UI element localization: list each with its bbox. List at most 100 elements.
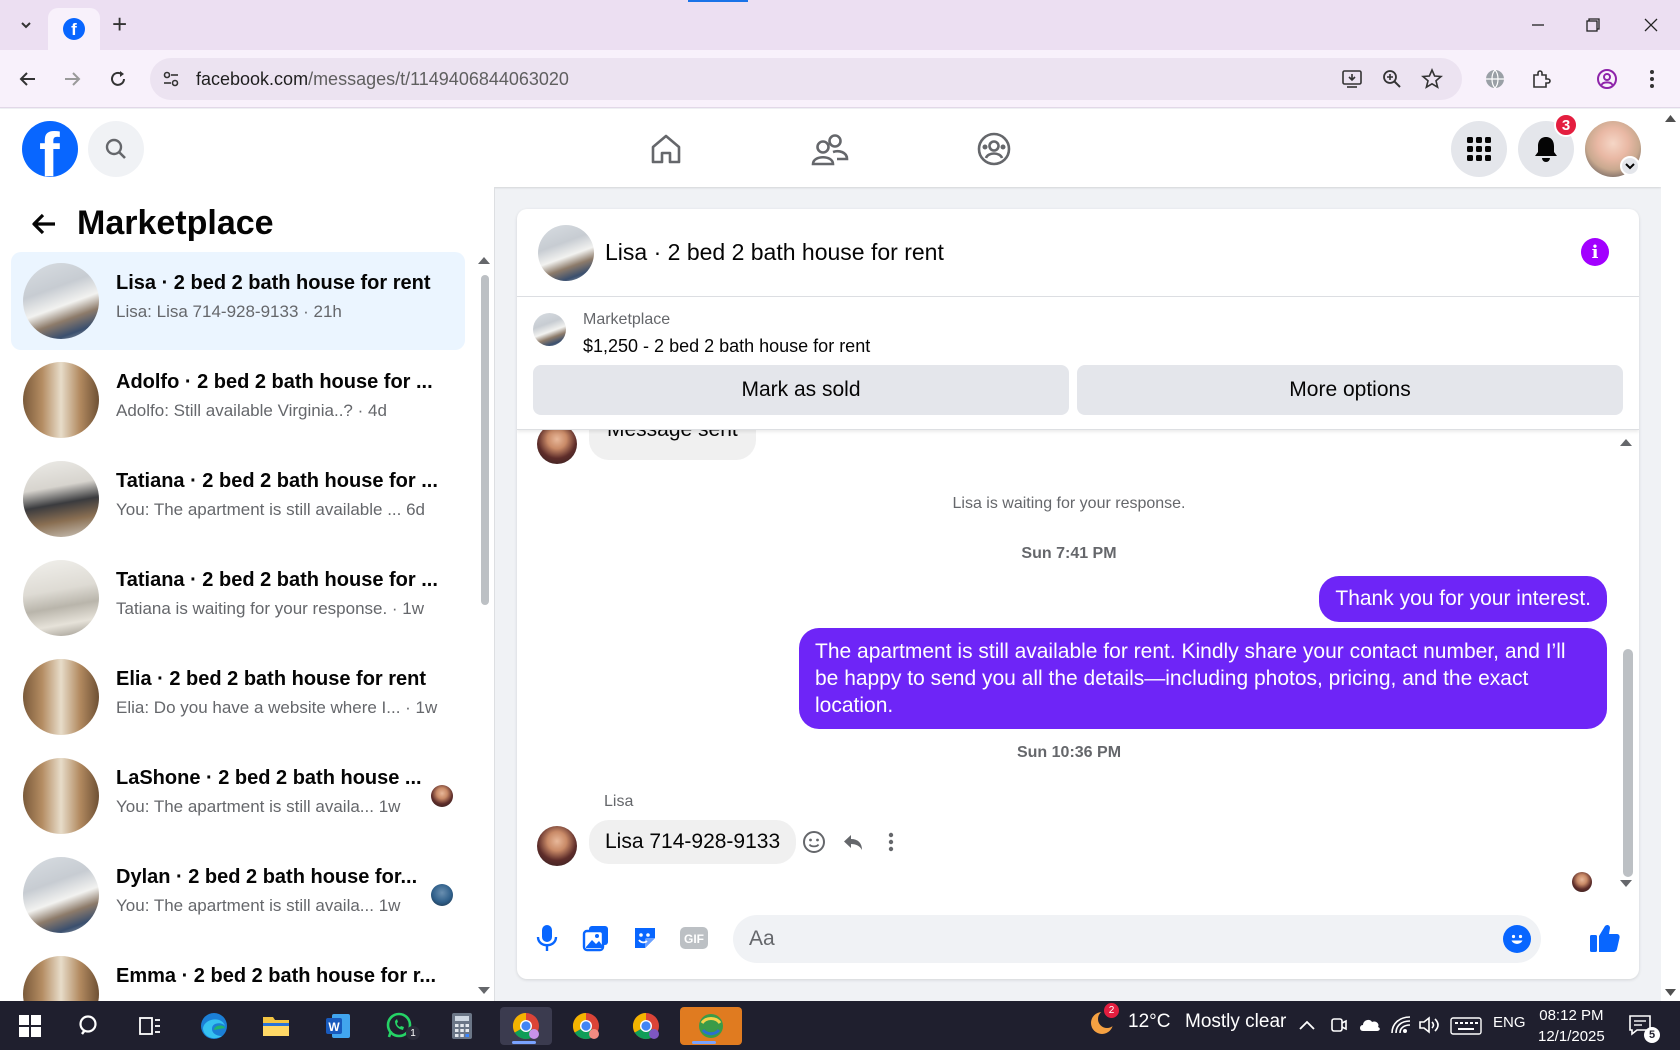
clock-time: 08:12 PM xyxy=(1539,1007,1604,1024)
chevron-down-icon[interactable] xyxy=(1620,156,1640,176)
edge-browser-icon[interactable] xyxy=(190,1007,238,1045)
minimize-button[interactable] xyxy=(1523,10,1553,40)
file-explorer-icon[interactable] xyxy=(252,1007,300,1045)
site-info-icon[interactable] xyxy=(160,68,182,90)
conversation-item[interactable]: Tatiana · 2 bed 2 bath house for ... Tat… xyxy=(11,549,465,647)
new-tab-button[interactable]: + xyxy=(112,11,127,37)
word-icon[interactable]: W xyxy=(314,1007,362,1045)
show-hidden-icons-chevron-up-icon[interactable] xyxy=(1298,1019,1316,1031)
language-indicator[interactable]: ENG xyxy=(1493,1014,1526,1031)
clock-date: 12/1/2025 xyxy=(1538,1028,1605,1045)
taskbar-search-icon[interactable] xyxy=(66,1007,114,1045)
back-button[interactable] xyxy=(14,65,42,93)
message-bubble-incoming[interactable]: Lisa 714-928-9133 xyxy=(589,820,797,864)
restore-button[interactable] xyxy=(1578,10,1608,40)
page-scrollbar[interactable] xyxy=(1661,109,1680,1001)
conversation-item[interactable]: Lisa · 2 bed 2 bath house for rent Lisa:… xyxy=(11,252,465,350)
scroll-up-arrow[interactable] xyxy=(1619,437,1633,447)
tab-search-chevron-icon[interactable] xyxy=(14,13,38,37)
gif-button[interactable]: GIF xyxy=(676,920,712,956)
like-button[interactable] xyxy=(1587,920,1623,956)
meet-now-icon[interactable] xyxy=(1330,1015,1348,1035)
system-clock[interactable]: 08:12 PM 12/1/2025 xyxy=(1538,1005,1605,1047)
chat-listing-avatar[interactable] xyxy=(538,225,594,281)
react-emoji-icon[interactable] xyxy=(800,828,828,856)
install-app-icon[interactable] xyxy=(1340,67,1364,91)
task-view-icon[interactable] xyxy=(126,1007,174,1045)
conversation-list-scrollbar[interactable] xyxy=(481,275,489,605)
conversation-item[interactable]: Tatiana · 2 bed 2 bath house for ... You… xyxy=(11,450,465,548)
weather-badge: 2 xyxy=(1104,1003,1119,1018)
keyboard-icon[interactable] xyxy=(1450,1017,1482,1035)
url-text[interactable]: facebook.com/messages/t/1149406844063020 xyxy=(196,69,569,90)
conversation-snippet: Tatiana is waiting for your response. · … xyxy=(116,599,425,618)
back-arrow-button[interactable] xyxy=(26,206,62,242)
message-bubble-incoming[interactable]: Message sent xyxy=(589,430,756,460)
volume-icon[interactable] xyxy=(1418,1015,1440,1035)
chat-title[interactable]: Lisa · 2 bed 2 bath house for rent xyxy=(605,239,944,266)
download-manager-icon[interactable] xyxy=(680,1007,742,1045)
extensions-icon[interactable] xyxy=(1527,65,1555,93)
sender-avatar[interactable] xyxy=(537,430,577,464)
loading-indicator xyxy=(688,0,748,2)
forward-button[interactable] xyxy=(58,65,86,93)
chat-panel: Lisa · 2 bed 2 bath house for rent i Mar… xyxy=(517,209,1639,979)
listing-thumbnail xyxy=(23,263,99,339)
chrome-window-icon[interactable] xyxy=(620,1007,672,1045)
sticker-button[interactable] xyxy=(627,920,663,956)
whatsapp-badge: 1 xyxy=(406,1026,420,1040)
back-arrow-icon xyxy=(32,213,55,235)
scroll-down-arrow[interactable] xyxy=(478,987,490,994)
facebook-search-button[interactable] xyxy=(88,121,144,177)
close-window-button[interactable] xyxy=(1636,10,1666,40)
listing-thumbnail[interactable] xyxy=(533,313,566,346)
chrome-window-active-icon[interactable] xyxy=(500,1007,552,1045)
translate-globe-icon[interactable] xyxy=(1481,65,1509,93)
scroll-up-arrow[interactable] xyxy=(478,257,490,264)
emoji-picker-icon[interactable] xyxy=(1503,925,1531,953)
profile-icon[interactable] xyxy=(1593,65,1621,93)
conversation-item[interactable]: Adolfo · 2 bed 2 bath house for ... Adol… xyxy=(11,351,465,449)
message-list-scrollbar[interactable] xyxy=(1623,649,1633,877)
friends-nav-button[interactable] xyxy=(804,123,856,175)
sender-avatar[interactable] xyxy=(537,826,577,866)
zoom-icon[interactable] xyxy=(1380,67,1404,91)
listing-thumbnail xyxy=(23,758,99,834)
microphone-icon xyxy=(536,925,558,951)
whatsapp-icon[interactable]: 1 xyxy=(376,1007,424,1045)
facebook-logo[interactable]: f xyxy=(22,121,78,177)
address-bar[interactable]: facebook.com/messages/t/1149406844063020 xyxy=(150,58,1462,100)
reply-icon[interactable] xyxy=(839,828,867,856)
conversation-item[interactable]: Emma · 2 bed 2 bath house for r... xyxy=(11,945,465,1001)
browser-tab-facebook[interactable]: f xyxy=(48,8,100,50)
info-icon[interactable]: i xyxy=(1581,238,1609,266)
conversation-item[interactable]: LaShone · 2 bed 2 bath house ... You: Th… xyxy=(11,747,465,845)
message-input[interactable] xyxy=(749,915,1489,963)
windows-start-icon[interactable] xyxy=(6,1007,54,1045)
browser-menu-icon[interactable] xyxy=(1638,65,1666,93)
scroll-down-arrow[interactable] xyxy=(1619,879,1633,889)
groups-nav-button[interactable] xyxy=(968,123,1020,175)
wifi-icon[interactable] xyxy=(1390,1015,1412,1035)
onedrive-cloud-icon[interactable] xyxy=(1358,1016,1382,1032)
home-nav-button[interactable] xyxy=(640,123,692,175)
mark-as-sold-button[interactable]: Mark as sold xyxy=(533,365,1069,415)
conversation-snippet: You: The apartment is still available ..… xyxy=(116,500,426,519)
conversation-item[interactable]: Elia · 2 bed 2 bath house for rent Elia:… xyxy=(11,648,465,746)
chrome-window-icon[interactable] xyxy=(560,1007,612,1045)
voice-clip-button[interactable] xyxy=(529,920,565,956)
more-options-button[interactable]: More options xyxy=(1077,365,1623,415)
attach-photo-button[interactable] xyxy=(578,920,614,956)
sticker-icon xyxy=(635,928,655,948)
message-bubble-outgoing[interactable]: Thank you for your interest. xyxy=(1319,576,1607,622)
menu-grid-button[interactable] xyxy=(1451,121,1507,177)
calculator-icon[interactable] xyxy=(438,1007,486,1045)
bookmark-star-icon[interactable] xyxy=(1420,67,1444,91)
conversation-item[interactable]: Dylan · 2 bed 2 bath house for... You: T… xyxy=(11,846,465,944)
listing-title[interactable]: $1,250 - 2 bed 2 bath house for rent xyxy=(583,336,870,357)
reload-button[interactable] xyxy=(104,65,132,93)
message-bubble-outgoing[interactable]: The apartment is still available for ren… xyxy=(799,628,1607,729)
svg-text:GIF: GIF xyxy=(684,932,704,946)
svg-text:W: W xyxy=(328,1020,340,1034)
more-actions-icon[interactable] xyxy=(877,828,905,856)
